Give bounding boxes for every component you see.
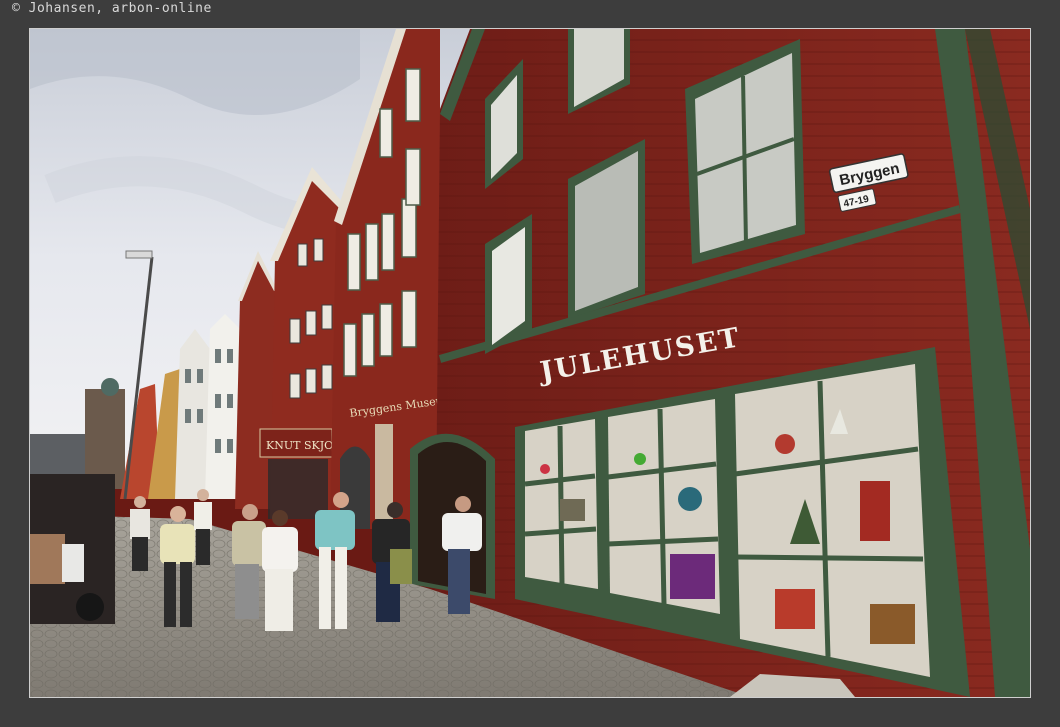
photo-frame: KNUT SKJOTVET Bryggens Museum JULEHUSET … (29, 28, 1031, 698)
photo-credit: © Johansen, arbon-online (12, 1, 212, 16)
parked-vehicle (30, 474, 115, 624)
street-photo: KNUT SKJOTVET Bryggens Museum JULEHUSET … (30, 29, 1030, 697)
